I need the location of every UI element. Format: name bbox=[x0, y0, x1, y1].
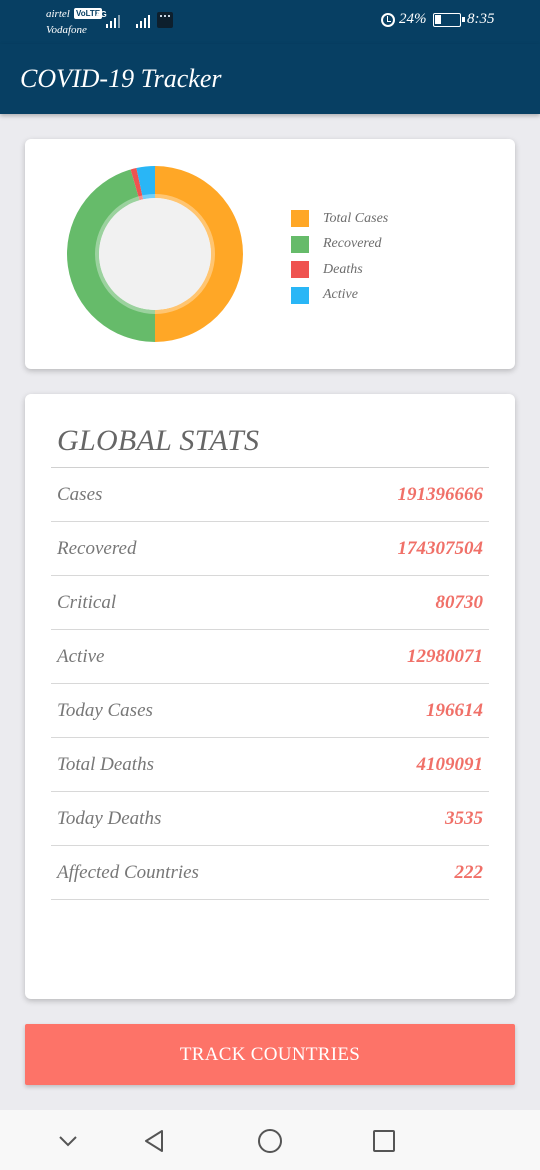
legend-item: Total Cases bbox=[291, 206, 388, 232]
track-countries-button[interactable]: TRACK COUNTRIES bbox=[25, 1024, 515, 1085]
system-nav-bar bbox=[0, 1110, 540, 1170]
legend-swatch bbox=[291, 210, 309, 227]
signal-icon bbox=[136, 14, 150, 28]
stat-label: Recovered bbox=[57, 538, 136, 560]
clock: 8:35 bbox=[467, 11, 495, 28]
stat-label: Today Deaths bbox=[57, 808, 161, 830]
stat-row: Recovered 174307504 bbox=[51, 522, 489, 576]
stat-value: 174307504 bbox=[398, 538, 484, 560]
home-icon[interactable] bbox=[256, 1127, 284, 1155]
stat-label: Today Cases bbox=[57, 700, 153, 722]
carrier-name-2: Vodafone bbox=[46, 24, 87, 36]
stat-row: Active 12980071 bbox=[51, 630, 489, 684]
battery-icon bbox=[433, 13, 461, 27]
donut-hole bbox=[99, 198, 211, 310]
recents-icon[interactable] bbox=[370, 1127, 398, 1155]
stat-value: 80730 bbox=[436, 592, 484, 614]
alarm-icon bbox=[381, 13, 395, 27]
stat-value: 196614 bbox=[426, 700, 483, 722]
app-bar: COVID-19 Tracker bbox=[0, 44, 540, 114]
back-icon[interactable] bbox=[140, 1127, 168, 1155]
stat-row: Cases 191396666 bbox=[51, 468, 489, 522]
legend-item: Recovered bbox=[291, 232, 388, 258]
stat-value: 191396666 bbox=[398, 484, 484, 506]
stat-row: Total Deaths 4109091 bbox=[51, 738, 489, 792]
legend-swatch bbox=[291, 236, 309, 253]
stat-value: 222 bbox=[455, 862, 484, 884]
message-icon bbox=[157, 12, 173, 28]
legend-label: Active bbox=[323, 287, 358, 303]
status-bar: airtel VoLTE 4G Vodafone 24% 8:35 bbox=[0, 0, 540, 44]
global-stats-card: GLOBAL STATS Cases 191396666 Recovered 1743… bbox=[25, 394, 515, 999]
legend-swatch bbox=[291, 287, 309, 304]
stat-label: Affected Countries bbox=[57, 862, 199, 884]
stat-label: Critical bbox=[57, 592, 116, 614]
carrier-name-1: airtel bbox=[46, 8, 70, 20]
legend-label: Recovered bbox=[323, 236, 382, 252]
chart-legend: Total Cases Recovered Deaths Active bbox=[291, 206, 388, 308]
stat-row: Today Deaths 3535 bbox=[51, 792, 489, 846]
stats-list: Cases 191396666 Recovered 174307504 Critical… bbox=[51, 468, 489, 900]
stat-value: 4109091 bbox=[417, 754, 484, 776]
stat-label: Active bbox=[57, 646, 104, 668]
stat-label: Cases bbox=[57, 484, 102, 506]
donut-chart[interactable] bbox=[65, 164, 245, 344]
app-title: COVID-19 Tracker bbox=[20, 64, 221, 94]
legend-label: Total Cases bbox=[323, 211, 388, 227]
signal-icon bbox=[106, 14, 120, 28]
chart-card: Total Cases Recovered Deaths Active bbox=[25, 139, 515, 369]
battery-percent: 24% bbox=[399, 11, 427, 28]
stat-value: 3535 bbox=[445, 808, 483, 830]
stat-label: Total Deaths bbox=[57, 754, 154, 776]
stat-value: 12980071 bbox=[407, 646, 483, 668]
legend-swatch bbox=[291, 261, 309, 278]
stat-row: Affected Countries 222 bbox=[51, 846, 489, 900]
legend-item: Active bbox=[291, 283, 388, 309]
stat-row: Critical 80730 bbox=[51, 576, 489, 630]
chevron-down-icon[interactable] bbox=[54, 1127, 82, 1155]
stat-row: Today Cases 196614 bbox=[51, 684, 489, 738]
stats-title: GLOBAL STATS bbox=[57, 424, 259, 458]
legend-item: Deaths bbox=[291, 257, 388, 283]
legend-label: Deaths bbox=[323, 262, 363, 278]
